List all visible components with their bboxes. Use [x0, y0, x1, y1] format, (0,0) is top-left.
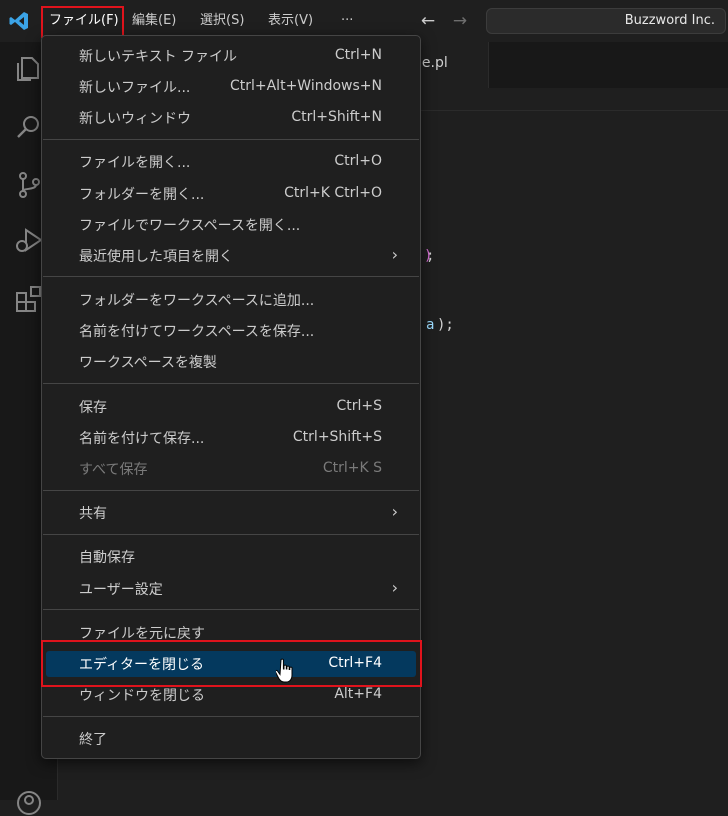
chevron-right-icon: ›	[391, 245, 398, 264]
menu-edit[interactable]: 編集(E)	[132, 11, 176, 31]
menu-item-label: すべて保存	[79, 462, 148, 478]
menu-item-auto-save[interactable]: 自動保存	[46, 544, 416, 570]
menu-item-open-recent[interactable]: 最近使用した項目を開く ›	[46, 243, 416, 269]
menu-item-add-folder-to-workspace[interactable]: フォルダーをワークスペースに追加...	[46, 287, 416, 313]
menu-item-preferences[interactable]: ユーザー設定 ›	[46, 576, 416, 602]
menu-item-save-as[interactable]: 名前を付けて保存... Ctrl+Shift+S	[46, 425, 416, 451]
menu-more[interactable]: ···	[341, 11, 353, 31]
menu-item-shortcut: Ctrl+S	[336, 398, 382, 414]
menu-item-label: 終了	[79, 732, 107, 748]
menu-item-shortcut: Ctrl+N	[334, 47, 382, 63]
menu-item-label: ワークスペースを複製	[79, 355, 217, 371]
forward-arrow-icon[interactable]: →	[450, 11, 470, 31]
menu-item-label: 名前を付けて保存...	[79, 431, 205, 447]
menu-item-close-window[interactable]: ウィンドウを閉じる Alt+F4	[46, 682, 416, 708]
menu-file[interactable]: ファイル(F)	[49, 11, 119, 31]
explorer-icon[interactable]	[14, 54, 44, 84]
vscode-logo-icon	[9, 12, 28, 30]
menu-item-shortcut: Ctrl+Shift+S	[292, 429, 382, 445]
menu-item-label: ファイルを元に戻す	[79, 626, 205, 642]
menu-item-label: 保存	[79, 400, 107, 416]
menu-item-label: 新しいファイル...	[79, 80, 191, 96]
menu-item-new-text-file[interactable]: 新しいテキスト ファイル Ctrl+N	[46, 43, 416, 69]
menu-separator	[43, 490, 419, 491]
menu-item-label: 共有	[79, 506, 107, 522]
menu-item-shortcut: Ctrl+F4	[328, 655, 382, 671]
menu-item-shortcut: Ctrl+K S	[322, 460, 382, 476]
menu-item-share[interactable]: 共有 ›	[46, 500, 416, 526]
search-icon[interactable]	[14, 112, 44, 142]
chevron-right-icon: ›	[391, 578, 398, 597]
menu-separator	[43, 716, 419, 717]
file-menu-dropdown: 新しいテキスト ファイル Ctrl+N 新しいファイル... Ctrl+Alt+…	[41, 35, 421, 759]
run-debug-icon[interactable]	[14, 226, 44, 256]
menu-item-label: ファイルでワークスペースを開く...	[79, 218, 301, 234]
menu-item-label: ユーザー設定	[79, 582, 163, 598]
menu-item-label: エディターを閉じる	[79, 657, 205, 673]
menu-item-shortcut: Alt+F4	[334, 686, 382, 702]
menu-separator	[43, 534, 419, 535]
account-icon[interactable]	[16, 790, 42, 816]
code-token: );	[437, 317, 454, 333]
menu-separator	[43, 383, 419, 384]
menu-item-shortcut: Ctrl+Shift+N	[291, 109, 382, 125]
menu-item-open-folder[interactable]: フォルダーを開く... Ctrl+K Ctrl+O	[46, 181, 416, 207]
menu-item-duplicate-workspace[interactable]: ワークスペースを複製	[46, 349, 416, 375]
code-token: ;	[426, 248, 435, 264]
chevron-right-icon: ›	[391, 502, 398, 521]
menu-item-open-file[interactable]: ファイルを開く... Ctrl+O	[46, 149, 416, 175]
command-center-search[interactable]: Buzzword Inc.	[486, 8, 726, 34]
menu-separator	[43, 139, 419, 140]
menu-item-save[interactable]: 保存 Ctrl+S	[46, 394, 416, 420]
back-arrow-icon[interactable]: ←	[418, 11, 438, 31]
menu-item-label: フォルダーをワークスペースに追加...	[79, 293, 315, 309]
menu-item-label: ウィンドウを閉じる	[79, 688, 205, 704]
menu-item-label: 新しいウィンドウ	[79, 111, 191, 127]
menu-item-shortcut: Ctrl+K Ctrl+O	[284, 185, 382, 201]
code-token: a	[426, 317, 435, 333]
menu-item-label: 最近使用した項目を開く	[79, 249, 233, 265]
menu-item-label: 自動保存	[79, 550, 135, 566]
source-control-icon[interactable]	[14, 170, 44, 200]
menu-item-label: フォルダーを開く...	[79, 187, 205, 203]
menu-separator	[43, 276, 419, 277]
menu-item-new-window[interactable]: 新しいウィンドウ Ctrl+Shift+N	[46, 105, 416, 131]
menu-item-label: 名前を付けてワークスペースを保存...	[79, 324, 315, 340]
workspace-title: Buzzword Inc.	[624, 13, 715, 28]
menu-item-shortcut: Ctrl+O	[334, 153, 382, 169]
menu-item-exit[interactable]: 終了	[46, 726, 416, 752]
menu-item-open-workspace[interactable]: ファイルでワークスペースを開く...	[46, 212, 416, 238]
menu-item-revert-file[interactable]: ファイルを元に戻す	[46, 620, 416, 646]
menu-item-close-editor[interactable]: エディターを閉じる Ctrl+F4	[46, 651, 416, 677]
tab-label: le.pl	[418, 55, 448, 71]
menu-item-new-file[interactable]: 新しいファイル... Ctrl+Alt+Windows+N	[46, 74, 416, 100]
menu-separator	[43, 609, 419, 610]
menu-item-label: 新しいテキスト ファイル	[79, 49, 238, 65]
menu-view[interactable]: 表示(V)	[268, 11, 313, 31]
menu-item-save-all: すべて保存 Ctrl+K S	[46, 456, 416, 482]
menu-selection[interactable]: 選択(S)	[200, 11, 244, 31]
hand-cursor-icon	[276, 658, 293, 683]
menu-item-label: ファイルを開く...	[79, 155, 191, 171]
menu-item-save-workspace-as[interactable]: 名前を付けてワークスペースを保存...	[46, 318, 416, 344]
menu-item-shortcut: Ctrl+Alt+Windows+N	[229, 78, 382, 94]
extensions-icon[interactable]	[14, 284, 44, 314]
